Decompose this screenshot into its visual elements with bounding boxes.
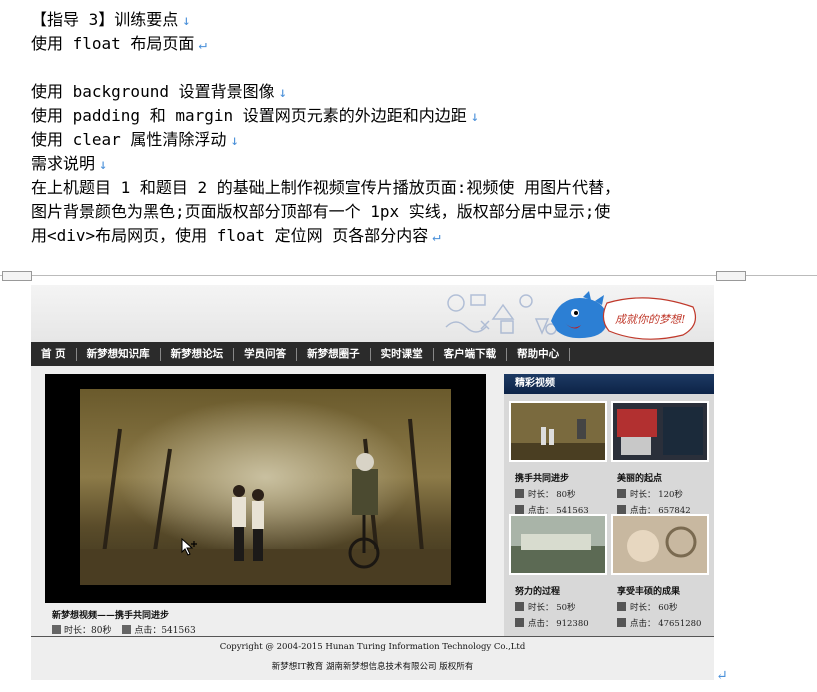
video-meta: 时长：80秒 点击：541563 [52, 623, 204, 636]
nav-item-circle[interactable]: 新梦想圈子 [297, 347, 371, 361]
video-player[interactable] [45, 374, 486, 603]
video-card-clicks: 点击： 47651280 [617, 617, 711, 629]
clock-icon [617, 602, 626, 611]
eye-icon [617, 618, 626, 627]
footer-divider [31, 636, 714, 637]
line-break-mark: ↓ [99, 157, 108, 173]
video-card-title[interactable]: 携手共同进步 [515, 471, 609, 484]
video-thumbnail[interactable] [611, 514, 709, 575]
nav-item-help[interactable]: 帮助中心 [507, 347, 571, 361]
video-card[interactable]: 携手共同进步 时长： 80秒 点击： 541563 [509, 401, 609, 516]
ruler-line [0, 275, 817, 276]
nav-item-forum[interactable]: 新梦想论坛 [161, 347, 235, 361]
mouse-cursor-icon [181, 538, 197, 556]
doc-line: 使用 float 布局页面 ↵ [31, 34, 207, 53]
doc-line: 使用 background 设置背景图像 ↓ [31, 82, 288, 101]
embedded-webpage-image: 成就你的梦想! 首 页 新梦想知识库 新梦想论坛 学员问答 新梦想圈子 实时课堂… [31, 285, 714, 680]
video-card-title[interactable]: 努力的过程 [515, 584, 609, 597]
video-thumbnail[interactable] [509, 401, 607, 462]
doc-line: 需求说明 ↓ [31, 154, 108, 173]
clock-icon [52, 625, 61, 634]
doc-line: 使用 padding 和 margin 设置网页元素的外边距和内边距 ↓ [31, 106, 480, 125]
paragraph-mark: ↵ [198, 37, 207, 53]
doc-line: 使用 clear 属性清除浮动 ↓ [31, 130, 239, 149]
page-ruler [0, 271, 817, 281]
site-header: 成就你的梦想! [31, 285, 714, 342]
nav-item-live[interactable]: 实时课堂 [371, 347, 434, 361]
clock-icon [515, 602, 524, 611]
eye-icon [122, 625, 132, 634]
right-margin-handle[interactable] [716, 271, 746, 281]
video-card[interactable]: 努力的过程 时长： 50秒 点击： 912380 [509, 514, 609, 629]
line-break-mark: ↓ [470, 109, 480, 125]
video-sidebar: 精彩视频 携手共同进步 时长： 80秒 点击： 541563 美丽的起点 时长：… [504, 374, 714, 636]
sidebar-title: 精彩视频 [504, 374, 714, 394]
duration-stat: 时长：80秒 [52, 625, 111, 636]
line-break-mark: ↓ [230, 133, 239, 149]
video-card[interactable]: 美丽的起点 时长： 120秒 点击： 657842 [611, 401, 711, 516]
line-break-mark: ↓ [182, 13, 191, 29]
video-card-duration: 时长： 120秒 [617, 488, 711, 500]
doc-line: 用<div>布局网页，使用 float 定位网 页各部分内容 ↵ [31, 226, 441, 245]
doc-line: 在上机题目 1 和题目 2 的基础上制作视频宣传片播放页面:视频使 用图片代替， [31, 178, 621, 197]
mascot-logo: 成就你的梦想! [551, 291, 696, 340]
video-card-duration: 时长： 50秒 [515, 601, 609, 613]
line-break-mark: ↓ [278, 85, 288, 101]
nav-item-download[interactable]: 客户端下载 [434, 347, 508, 361]
nav-item-knowledge[interactable]: 新梦想知识库 [77, 347, 161, 361]
video-card-duration: 时长： 80秒 [515, 488, 609, 500]
video-caption: 新梦想视频——携手共同进步 [52, 611, 170, 621]
document-body: 【指导 3】训练要点 ↓ 使用 float 布局页面 ↵ 使用 background… [31, 8, 801, 248]
doc-line: 图片背景颜色为黑色;页面版权部分顶部有一个 1px 实线，版权部分居中显示;使 [31, 202, 611, 221]
video-card-clicks: 点击： 912380 [515, 617, 609, 629]
nav-item-home[interactable]: 首 页 [31, 347, 77, 361]
doc-line-blank [31, 56, 801, 80]
eye-icon [515, 618, 524, 627]
video-card-duration: 时长： 60秒 [617, 601, 711, 613]
copyright-text: Copyright @ 2004-2015 Hunan Turing Infor… [219, 642, 526, 652]
eye-icon [617, 505, 626, 514]
clicks-stat: 点击：541563 [122, 625, 196, 636]
clock-icon [515, 489, 524, 498]
mascot-slogan: 成就你的梦想! [615, 313, 685, 326]
paragraph-mark: ↵ [716, 668, 728, 684]
nav-item-qa[interactable]: 学员问答 [234, 347, 298, 361]
video-frame[interactable] [80, 389, 451, 585]
video-thumbnail[interactable] [611, 401, 709, 462]
doc-line: 【指导 3】训练要点 ↓ [31, 10, 191, 29]
video-thumbnail[interactable] [509, 514, 607, 575]
video-card-title[interactable]: 享受丰硕的成果 [617, 584, 711, 597]
clock-icon [617, 489, 626, 498]
video-card-title[interactable]: 美丽的起点 [617, 471, 711, 484]
video-card[interactable]: 享受丰硕的成果 时长： 60秒 点击： 47651280 [611, 514, 711, 629]
company-text: 新梦想IT教育 湖南新梦想信息技术有限公司 版权所有 [271, 662, 474, 672]
left-margin-handle[interactable] [2, 271, 32, 281]
site-nav: 首 页 新梦想知识库 新梦想论坛 学员问答 新梦想圈子 实时课堂 客户端下载 帮… [31, 342, 714, 366]
paragraph-mark: ↵ [432, 229, 441, 245]
eye-icon [515, 505, 524, 514]
